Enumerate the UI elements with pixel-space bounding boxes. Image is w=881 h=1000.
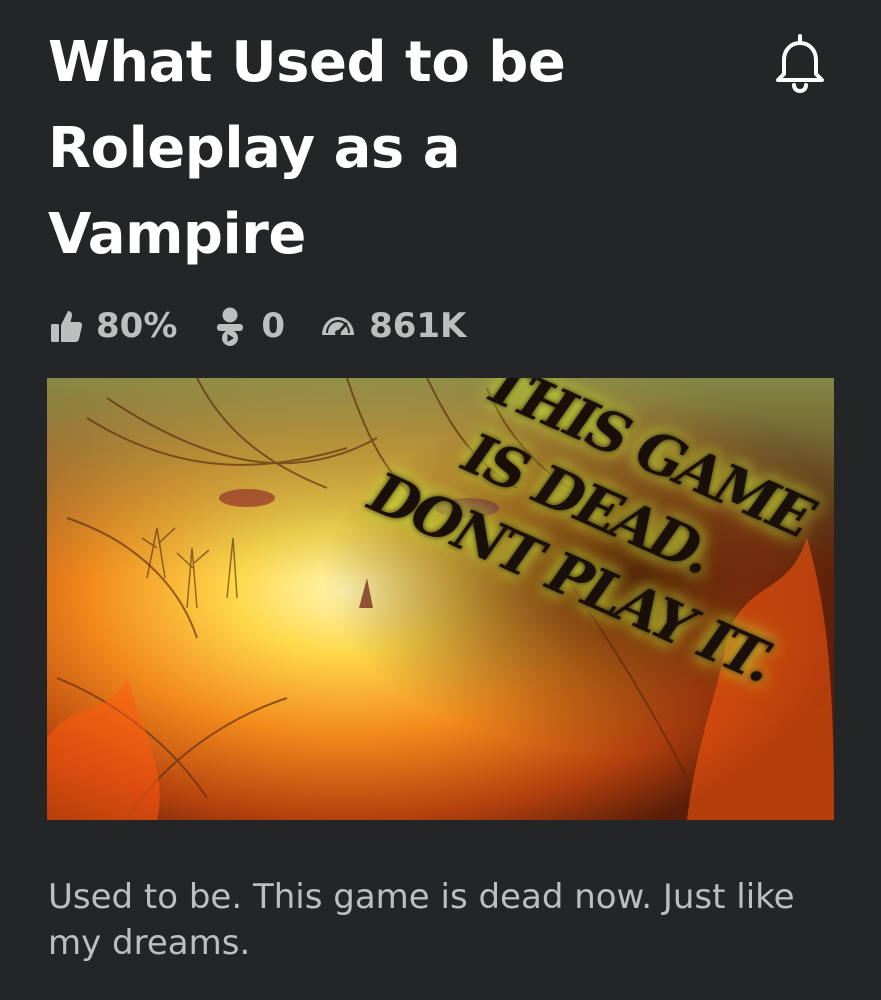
visits-stat: 861K bbox=[319, 306, 466, 346]
rating-value: 80% bbox=[96, 306, 178, 346]
game-details-page: What Used to be Roleplay as a Vampire 80… bbox=[0, 0, 881, 1000]
game-title: What Used to be Roleplay as a Vampire bbox=[48, 30, 566, 267]
stats-row: 80% 0 861K bbox=[48, 300, 500, 352]
notify-button[interactable] bbox=[770, 30, 830, 96]
bell-icon bbox=[776, 34, 824, 94]
visits-gauge-icon bbox=[319, 311, 357, 341]
visits-value: 861K bbox=[369, 306, 467, 346]
rating-stat: 80% bbox=[48, 306, 177, 346]
playing-value: 0 bbox=[261, 306, 286, 346]
playing-stat: 0 bbox=[211, 306, 285, 346]
players-icon bbox=[211, 306, 249, 346]
game-description: Used to be. This game is dead now. Just … bbox=[48, 877, 795, 963]
game-thumbnail[interactable]: This game is dead. dont play it. bbox=[47, 378, 834, 820]
thumbs-up-icon bbox=[48, 308, 84, 344]
